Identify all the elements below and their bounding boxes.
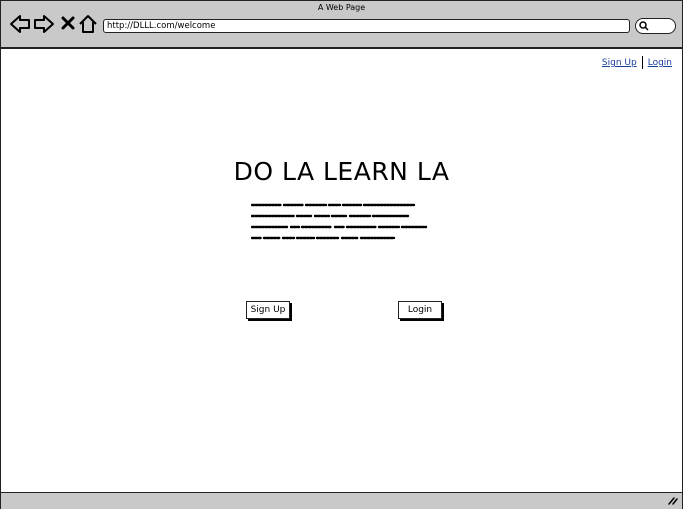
account-links: Sign Up Login [602, 56, 672, 69]
home-icon[interactable] [77, 13, 99, 35]
signup-button[interactable]: Sign Up [246, 301, 290, 319]
page-title: DO LA LEARN LA [233, 157, 450, 186]
address-bar[interactable]: http://DLLL.com/welcome [103, 19, 630, 33]
status-bar [1, 492, 682, 509]
back-arrow-icon[interactable] [9, 13, 31, 35]
signup-link[interactable]: Sign Up [602, 58, 637, 68]
browser-window: A Web Page http://DLLL.com/welcome Sign … [0, 0, 683, 509]
link-separator [641, 56, 643, 69]
search-icon [639, 21, 649, 31]
window-title: A Web Page [317, 3, 366, 12]
forward-arrow-icon[interactable] [33, 13, 55, 35]
placeholder-text-block [251, 203, 428, 240]
login-link[interactable]: Login [648, 58, 672, 68]
browser-toolbar: A Web Page http://DLLL.com/welcome [1, 1, 682, 49]
resize-grip-icon[interactable] [668, 496, 678, 505]
login-button[interactable]: Login [398, 301, 442, 319]
search-field[interactable] [635, 18, 676, 34]
